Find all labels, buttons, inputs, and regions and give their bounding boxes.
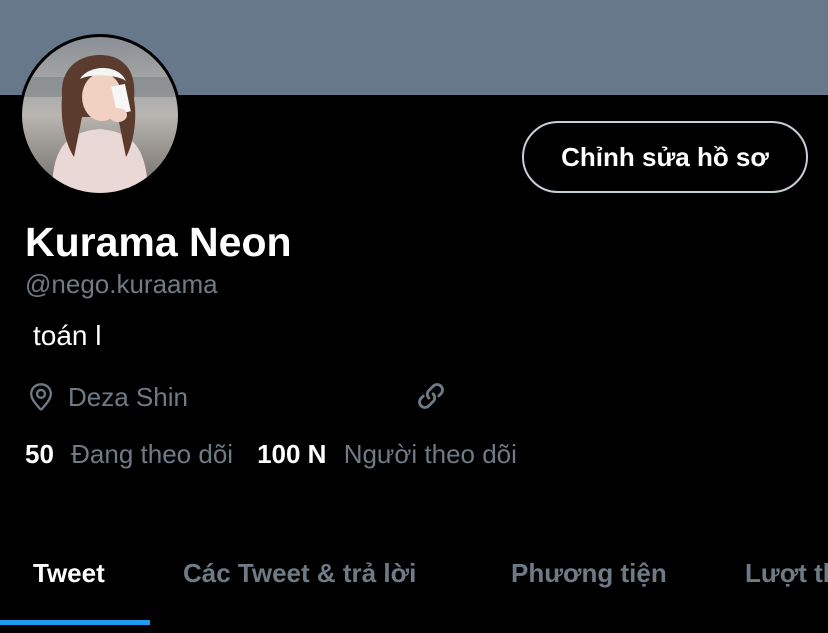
avatar-photo	[22, 37, 178, 193]
location-pin-icon	[30, 383, 52, 411]
profile-bio: toán l	[33, 320, 102, 351]
followers-link[interactable]: 100 N Người theo dõi	[257, 439, 517, 470]
tab-media[interactable]: Phương tiện	[511, 558, 667, 589]
tab-likes[interactable]: Lượt thích	[745, 558, 828, 589]
profile-tabs: Tweet Các Tweet & trả lời Phương tiện Lư…	[0, 548, 828, 633]
followers-count: 100 N	[257, 439, 327, 469]
follow-stats: 50 Đang theo dõi 100 N Người theo dõi	[25, 439, 517, 470]
followers-label: Người theo dõi	[343, 439, 517, 469]
profile-location: Deza Shin	[27, 380, 188, 414]
profile-handle: @nego.kuraama	[25, 269, 218, 299]
avatar[interactable]	[19, 34, 181, 196]
following-count: 50	[25, 439, 54, 469]
edit-profile-button[interactable]: Chỉnh sửa hồ sơ	[522, 121, 808, 193]
link-icon[interactable]	[414, 379, 448, 413]
tab-tweets[interactable]: Tweet	[33, 558, 105, 589]
location-text: Deza Shin	[68, 381, 188, 412]
following-link[interactable]: 50 Đang theo dõi	[25, 439, 233, 470]
active-tab-indicator	[0, 620, 150, 625]
tab-tweets-and-replies[interactable]: Các Tweet & trả lời	[183, 558, 416, 589]
display-name: Kurama Neon	[25, 219, 292, 265]
following-label: Đang theo dõi	[71, 439, 234, 469]
